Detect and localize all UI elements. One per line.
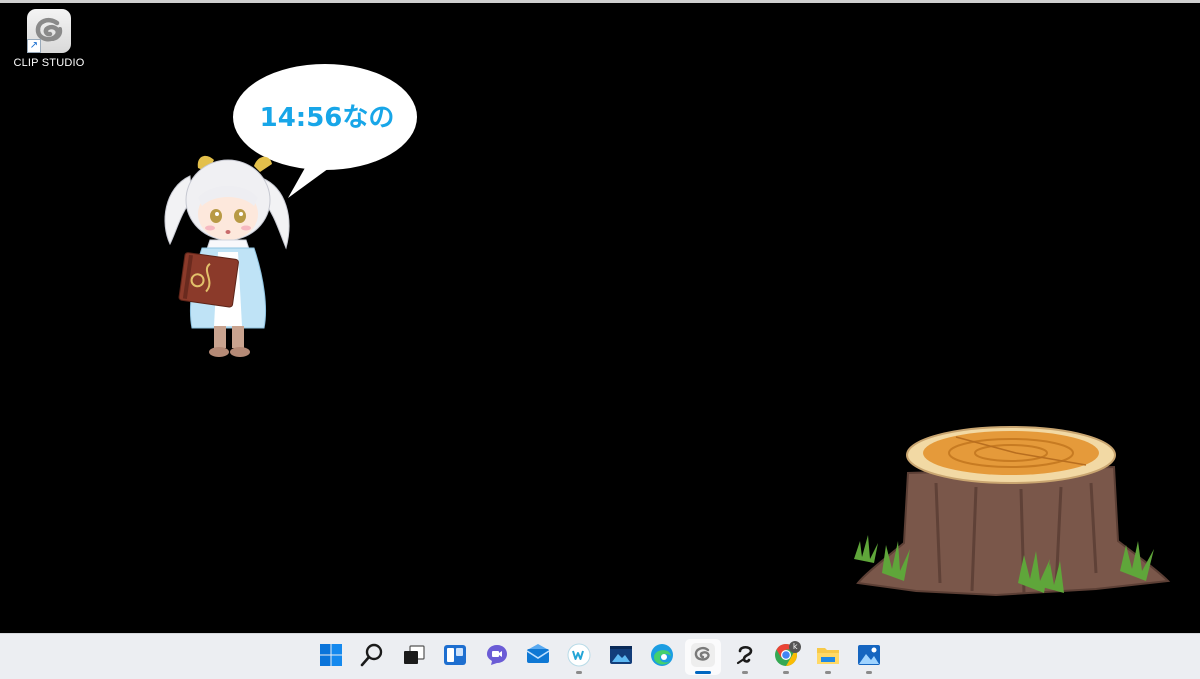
taskbar-search-button[interactable] bbox=[354, 639, 390, 675]
search-icon bbox=[360, 643, 384, 671]
shortcut-label: CLIP STUDIO bbox=[13, 57, 85, 69]
widgets-icon bbox=[443, 643, 467, 671]
taskbar-w-app-button[interactable] bbox=[561, 639, 597, 675]
clock-text: 14:56なの bbox=[259, 103, 395, 133]
clip-studio-icon: ↗ bbox=[27, 9, 71, 53]
edge-icon bbox=[650, 643, 674, 671]
taskbar-photos-button[interactable] bbox=[851, 639, 887, 675]
taskbar-clip-studio-button[interactable] bbox=[685, 638, 722, 675]
taskbar-video-editor-button[interactable] bbox=[603, 639, 639, 675]
running-indicator bbox=[576, 670, 583, 674]
clip-studio-shortcut[interactable]: ↗ CLIP STUDIO bbox=[8, 9, 90, 75]
windows-start-icon bbox=[319, 643, 343, 671]
taskbar-start-button[interactable] bbox=[313, 639, 349, 675]
mascot-character[interactable] bbox=[158, 148, 298, 363]
clip-studio-paint-icon bbox=[733, 643, 757, 671]
taskbar-teams-chat-button[interactable] bbox=[479, 639, 515, 675]
teams-chat-icon bbox=[485, 643, 509, 671]
mail-icon bbox=[526, 643, 550, 671]
running-indicator bbox=[741, 670, 748, 674]
file-explorer-icon bbox=[816, 643, 840, 671]
video-editor-icon bbox=[609, 643, 633, 671]
running-indicator bbox=[865, 670, 872, 674]
running-indicator bbox=[824, 670, 831, 674]
tree-stump-decoration bbox=[846, 423, 1176, 603]
taskbar-task-view-button[interactable] bbox=[396, 639, 432, 675]
taskbar-clip-studio-paint-button[interactable] bbox=[727, 639, 763, 675]
taskbar-widgets-button[interactable] bbox=[437, 639, 473, 675]
clip-studio-icon bbox=[691, 642, 716, 671]
w-app-icon bbox=[567, 643, 591, 671]
profile-badge: k bbox=[789, 640, 802, 653]
taskbar-chrome-button[interactable]: k bbox=[768, 639, 804, 675]
taskbar: k bbox=[0, 633, 1200, 679]
taskbar-file-explorer-button[interactable] bbox=[810, 639, 846, 675]
task-view-icon bbox=[402, 643, 426, 671]
photos-icon bbox=[857, 643, 881, 671]
desktop[interactable]: ↗ CLIP STUDIO 14:56なの bbox=[0, 3, 1200, 633]
taskbar-mail-button[interactable] bbox=[520, 639, 556, 675]
shortcut-arrow-icon: ↗ bbox=[27, 39, 41, 53]
running-indicator bbox=[783, 670, 790, 674]
taskbar-edge-button[interactable] bbox=[644, 639, 680, 675]
active-indicator bbox=[695, 670, 712, 674]
